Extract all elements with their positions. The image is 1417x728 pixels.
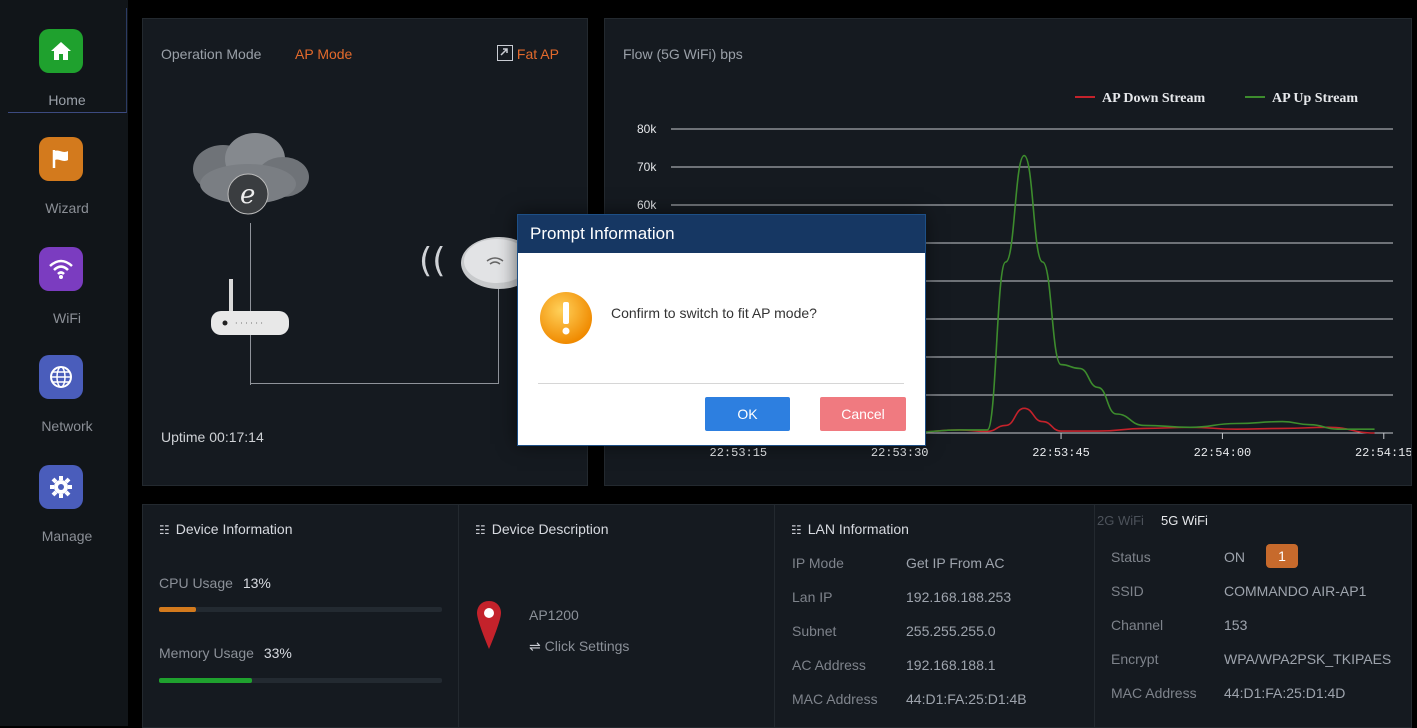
sidebar-item-label: Manage [41, 528, 93, 544]
device-info-title: ☷ Device Information [159, 521, 293, 537]
device-info-panel: ☷ Device Information CPU Usage 13% Memory… [142, 504, 460, 728]
grid-icon: ☷ [475, 523, 486, 537]
connector-line [250, 383, 499, 384]
sidebar-item-wifi[interactable]: WiFi [8, 226, 126, 330]
cpu-usage-bar-fill [159, 607, 196, 612]
legend-label[interactable]: AP Up Stream [1272, 91, 1358, 106]
lan-info-title: ☷ LAN Information [791, 521, 909, 537]
x-tick-label: 22:53:30 [871, 446, 929, 460]
grid-icon: ☷ [159, 523, 170, 537]
y-tick-label: 80k [637, 122, 657, 136]
memory-usage: Memory Usage 33% [159, 645, 292, 661]
cancel-button[interactable]: Cancel [820, 397, 906, 431]
router-icon: · · · · · · [211, 279, 289, 335]
sidebar-item-network[interactable]: Network [8, 334, 126, 438]
memory-usage-bar [159, 678, 442, 683]
fat-ap-link[interactable]: Fat AP [497, 45, 559, 62]
uptime-label: Uptime [161, 429, 206, 445]
sidebar-item-label: Home [48, 92, 86, 108]
sidebar: Home Wizard WiFi Network Manage [0, 0, 128, 726]
sidebar-item-label: Wizard [45, 200, 89, 216]
click-settings-label: Click Settings [544, 638, 630, 654]
prompt-dialog: Prompt Information Confirm to switch to … [517, 214, 926, 446]
y-tick-label: 70k [637, 160, 657, 174]
prompt-dialog-divider [538, 383, 904, 384]
wifi-icon [39, 247, 83, 291]
sidebar-item-label: Network [41, 418, 93, 434]
prompt-dialog-header: Prompt Information [518, 215, 925, 253]
lan-info-panel: ☷ LAN Information IP Mode Get IP From AC L… [774, 504, 1096, 728]
prompt-dialog-body: Prompt Information Confirm to switch to … [517, 214, 926, 446]
home-icon [39, 29, 83, 73]
gear-icon [39, 465, 83, 509]
svg-text:e: e [240, 180, 255, 210]
external-link-icon [497, 45, 513, 61]
x-tick-label: 22:53:45 [1032, 446, 1090, 460]
legend-label[interactable]: AP Down Stream [1102, 91, 1206, 106]
location-pin-icon [477, 601, 501, 649]
flag-icon [39, 137, 83, 181]
tab-5g-wifi[interactable]: 5G WiFi [1161, 513, 1208, 528]
cpu-usage-label: CPU Usage [159, 575, 233, 591]
warning-icon [540, 292, 592, 344]
x-tick-label: 22:54:00 [1194, 446, 1252, 460]
x-tick-label: 22:54:15 [1355, 446, 1411, 460]
prompt-dialog-title: Prompt Information [530, 224, 675, 243]
svg-text:· · · · · ·: · · · · · · [235, 319, 263, 328]
uptime-value: 00:17:14 [209, 429, 264, 445]
memory-usage-label: Memory Usage [159, 645, 254, 661]
device-description-panel: ☷ Device Description AP1200 ⇌ Click Setti… [458, 504, 776, 728]
wifi-info-panel: 2G WiFi 5G WiFi Status ON 1 SSID COMMANDO… [1094, 504, 1412, 728]
cpu-usage: CPU Usage 13% [159, 575, 271, 591]
memory-usage-value: 33% [263, 645, 292, 661]
swap-icon: ⇌ [529, 638, 541, 654]
y-tick-label: 60k [637, 198, 657, 212]
operation-mode-label: Operation Mode [161, 46, 262, 62]
x-tick-label: 22:53:15 [710, 446, 768, 460]
signal-waves-icon: (( [419, 241, 446, 281]
internet-cloud-icon: e [193, 133, 309, 215]
sidebar-item-manage[interactable]: Manage [8, 444, 126, 548]
cpu-usage-bar [159, 607, 442, 612]
cpu-usage-value: 13% [242, 575, 271, 591]
ok-button[interactable]: OK [705, 397, 790, 431]
grid-icon: ☷ [791, 523, 802, 537]
device-model: AP1200 [529, 607, 579, 623]
operation-mode-value: AP Mode [295, 46, 353, 62]
sidebar-item-label: WiFi [53, 310, 81, 326]
memory-usage-bar-fill [159, 678, 253, 683]
status-badge: 1 [1266, 544, 1298, 568]
device-description-title: ☷ Device Description [475, 521, 609, 537]
sidebar-item-wizard[interactable]: Wizard [8, 116, 126, 220]
sidebar-item-home[interactable]: Home [8, 8, 127, 113]
fat-ap-label: Fat AP [516, 46, 559, 62]
click-settings-link[interactable]: ⇌ Click Settings [529, 638, 629, 655]
connector-line [498, 277, 499, 384]
tab-2g-wifi[interactable]: 2G WiFi [1097, 513, 1144, 528]
prompt-dialog-message: Confirm to switch to fit AP mode? [611, 305, 817, 321]
globe-icon [39, 355, 83, 399]
uptime: Uptime 00:17:14 [161, 429, 264, 445]
